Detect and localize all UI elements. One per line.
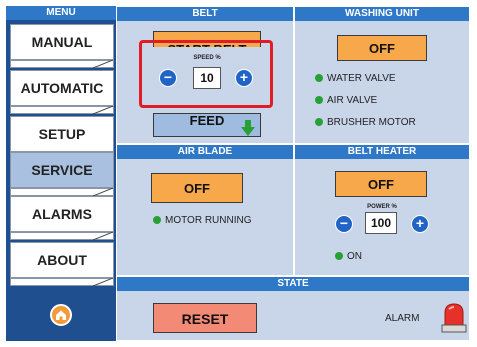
status-led: [335, 252, 343, 260]
alarm-beacon-icon: [441, 303, 467, 333]
corner-marker-icon: [93, 232, 113, 240]
state-panel: STATE RESET ALARM: [116, 276, 470, 341]
water-valve-label: WATER VALVE: [327, 73, 396, 84]
alarm-label: ALARM: [385, 313, 420, 324]
corner-marker-icon: [93, 278, 113, 286]
sidebar: MENU MANUAL AUTOMATIC SETUP SERVICE ALAR…: [6, 6, 116, 341]
sidebar-item-setup[interactable]: SETUP: [10, 116, 114, 152]
status-led: [315, 118, 323, 126]
belt-heater-off-button[interactable]: OFF: [335, 171, 427, 197]
sidebar-item-manual[interactable]: MANUAL: [10, 24, 114, 60]
sidebar-sub-automatic: [10, 106, 114, 114]
corner-marker-icon: [93, 188, 113, 196]
sidebar-item-about[interactable]: ABOUT: [10, 242, 114, 278]
sidebar-item-alarms[interactable]: ALARMS: [10, 196, 114, 232]
power-value[interactable]: 100: [365, 212, 397, 234]
home-button[interactable]: [50, 304, 72, 326]
brusher-motor-label: BRUSHER MOTOR: [327, 117, 416, 128]
belt-title: BELT: [117, 7, 293, 21]
washing-unit-title: WASHING UNIT: [295, 7, 469, 21]
air-blade-panel: AIR BLADE OFF MOTOR RUNNING: [116, 144, 294, 276]
power-increase-button[interactable]: +: [411, 215, 429, 233]
heater-on-status: ON: [335, 251, 362, 263]
hmi-frame: MENU MANUAL AUTOMATIC SETUP SERVICE ALAR…: [6, 6, 470, 341]
sidebar-item-automatic[interactable]: AUTOMATIC: [10, 70, 114, 106]
motor-running-status: MOTOR RUNNING: [153, 215, 251, 227]
arrow-down-icon: [241, 120, 255, 136]
corner-marker-icon: [93, 106, 113, 114]
sidebar-sub-alarms: [10, 232, 114, 240]
heater-on-label: ON: [347, 251, 362, 262]
status-led: [315, 74, 323, 82]
home-icon: [56, 310, 66, 320]
sidebar-sub-manual: [10, 60, 114, 68]
speed-highlight: [139, 40, 273, 108]
air-valve-label: AIR VALVE: [327, 95, 378, 106]
air-blade-off-button[interactable]: OFF: [151, 173, 243, 203]
brusher-motor-status: BRUSHER MOTOR: [315, 117, 416, 129]
reset-button[interactable]: RESET: [153, 303, 257, 333]
status-led: [315, 96, 323, 104]
sidebar-header: MENU: [6, 6, 116, 20]
motor-running-label: MOTOR RUNNING: [165, 215, 252, 226]
belt-heater-title: BELT HEATER: [295, 145, 469, 159]
sidebar-item-service[interactable]: SERVICE: [10, 152, 114, 188]
corner-marker-icon: [93, 60, 113, 68]
air-valve-status: AIR VALVE: [315, 95, 377, 107]
status-led: [153, 216, 161, 224]
water-valve-status: WATER VALVE: [315, 73, 396, 85]
air-blade-title: AIR BLADE: [117, 145, 293, 159]
sidebar-sub-about: [10, 278, 114, 286]
state-title: STATE: [117, 277, 469, 291]
washing-unit-panel: WASHING UNIT OFF WATER VALVE AIR VALVE B…: [294, 6, 470, 144]
power-label: POWER %: [367, 204, 397, 210]
power-decrease-button[interactable]: −: [335, 215, 353, 233]
belt-heater-panel: BELT HEATER OFF POWER % − 100 + ON: [294, 144, 470, 276]
washing-off-button[interactable]: OFF: [337, 35, 427, 61]
sidebar-sub-service: [10, 188, 114, 196]
belt-panel: BELT START BELT SPEED % − 10 + FEED: [116, 6, 294, 144]
